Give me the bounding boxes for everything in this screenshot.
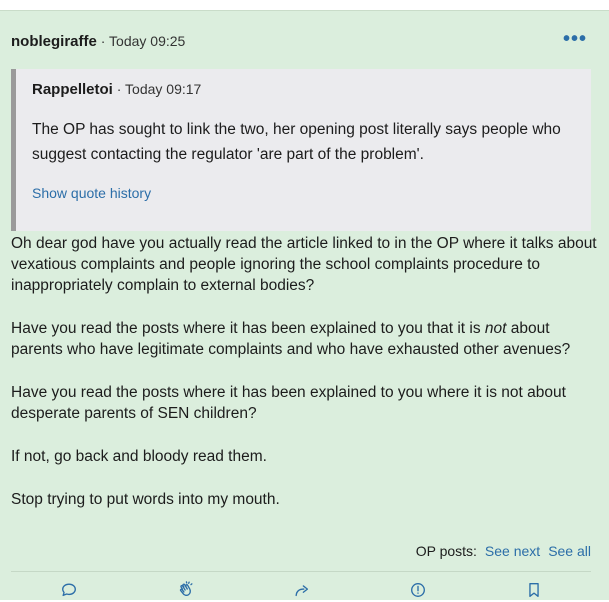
divider: [11, 571, 591, 572]
post-body: Oh dear god have you actually read the a…: [11, 233, 601, 532]
bookmark-icon[interactable]: [524, 580, 544, 600]
quote-timestamp: · Today 09:17: [112, 81, 202, 97]
post-actions-bar: [0, 580, 609, 602]
post-text: Have you read the posts where it has bee…: [11, 320, 485, 337]
reply-icon[interactable]: [59, 580, 79, 600]
post-header: noblegiraffe · Today 09:25: [11, 31, 185, 52]
post-paragraph: Have you read the posts where it has bee…: [11, 318, 601, 360]
share-icon[interactable]: [292, 580, 312, 600]
post-username[interactable]: noblegiraffe: [11, 33, 97, 50]
post-timestamp: · Today 09:25: [96, 33, 186, 49]
clap-icon[interactable]: [176, 580, 196, 600]
op-posts-nav: OP posts: See next See all: [416, 541, 591, 561]
see-next-link[interactable]: See next: [485, 543, 540, 559]
forum-post: noblegiraffe · Today 09:25 ••• Rappellet…: [0, 10, 609, 600]
op-posts-label: OP posts:: [415, 543, 477, 559]
show-quote-history-link[interactable]: Show quote history: [32, 185, 151, 201]
post-paragraph: Stop trying to put words into my mouth.: [11, 491, 280, 508]
report-icon[interactable]: [408, 580, 428, 600]
post-paragraph: Have you read the posts where it has bee…: [11, 384, 566, 422]
post-paragraph: Oh dear god have you actually read the a…: [11, 235, 597, 294]
more-options-button[interactable]: •••: [563, 29, 587, 49]
quote-block: Rappelletoi · Today 09:17 The OP has sou…: [11, 69, 591, 231]
see-all-link[interactable]: See all: [548, 543, 591, 559]
emphasis-text: not: [484, 320, 507, 337]
quote-text: The OP has sought to link the two, her o…: [32, 121, 561, 163]
quote-username[interactable]: Rappelletoi: [32, 81, 113, 98]
quote-header: Rappelletoi · Today 09:17: [32, 79, 201, 100]
post-paragraph: If not, go back and bloody read them.: [11, 448, 267, 465]
